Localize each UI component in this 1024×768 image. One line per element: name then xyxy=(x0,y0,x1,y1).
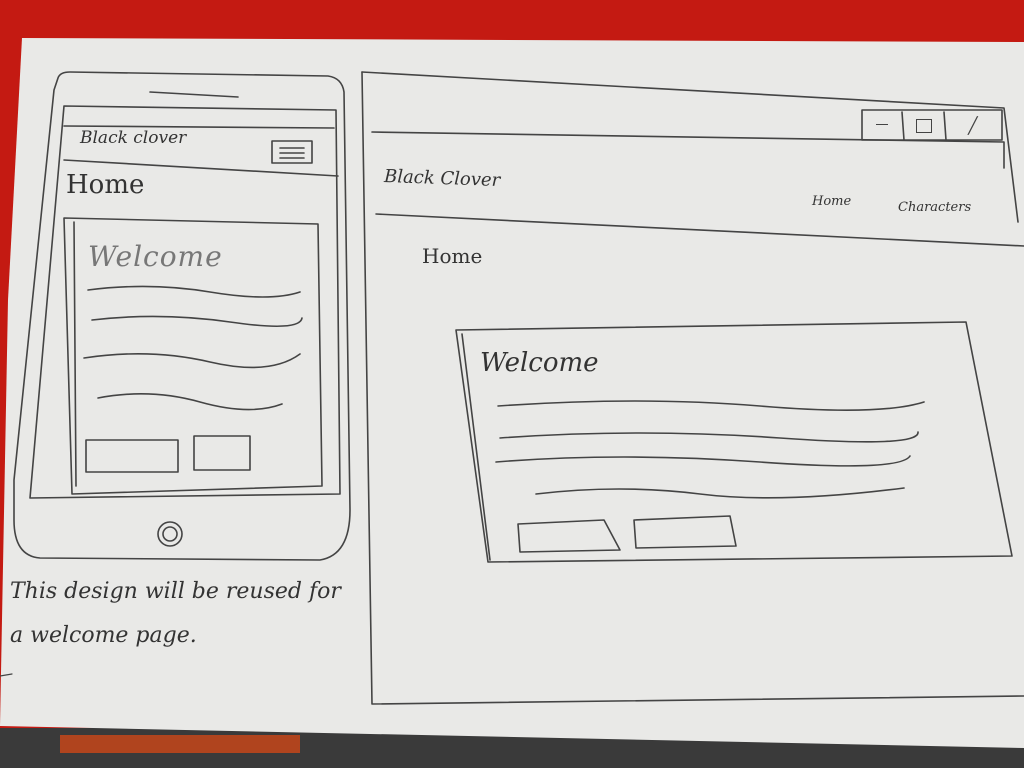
desktop-primary-button[interactable] xyxy=(518,520,618,552)
mobile-page-title: Home xyxy=(66,170,145,200)
mobile-home-button[interactable] xyxy=(156,520,184,548)
close-icon: ╱ xyxy=(968,116,978,135)
window-maximize-button[interactable] xyxy=(904,110,944,140)
window-close-button[interactable]: ╱ xyxy=(946,110,1002,140)
nav-link-characters[interactable]: Characters xyxy=(898,200,971,215)
desktop-page-title: Home xyxy=(422,244,483,268)
window-minimize-button[interactable] xyxy=(862,110,902,140)
mobile-secondary-button[interactable] xyxy=(194,436,250,470)
desktop-brand[interactable]: Black Clover xyxy=(384,166,501,191)
mobile-brand[interactable]: Black clover xyxy=(80,128,186,148)
nav-link-home[interactable]: Home xyxy=(812,194,851,209)
mobile-primary-button[interactable] xyxy=(86,440,178,472)
maximize-icon xyxy=(916,119,932,133)
design-note: This design will be reused for a welcome… xyxy=(10,579,341,648)
minimize-icon xyxy=(876,124,888,125)
mobile-welcome-heading: Welcome xyxy=(88,240,223,273)
home-button-icon xyxy=(156,520,184,548)
hamburger-menu-icon xyxy=(270,139,314,165)
desktop-welcome-heading: Welcome xyxy=(480,348,599,378)
mobile-menu-button[interactable] xyxy=(270,139,314,165)
desktop-secondary-button[interactable] xyxy=(634,516,736,548)
